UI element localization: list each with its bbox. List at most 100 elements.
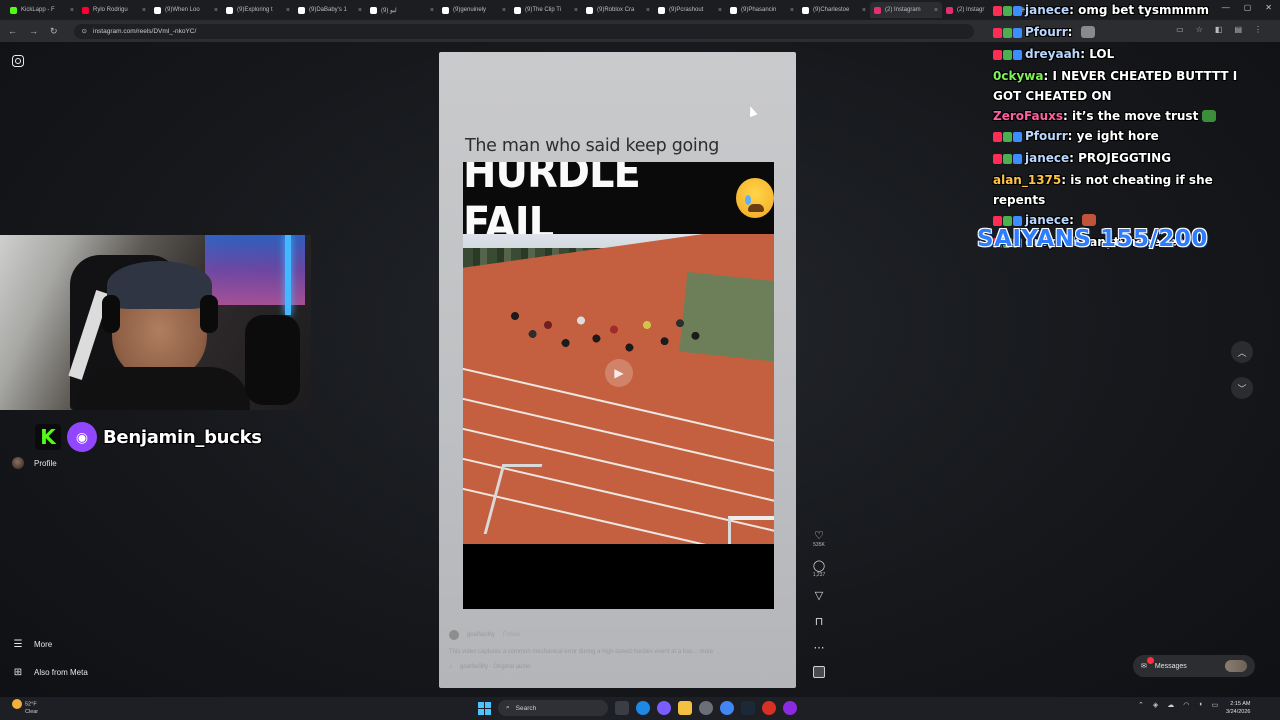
rail-item-more[interactable]: ☰ More <box>12 638 53 650</box>
cloud-icon[interactable]: ☁ <box>1167 701 1174 709</box>
chat-username[interactable]: 0ckywa <box>993 69 1043 83</box>
chat-separator: : <box>1080 47 1090 61</box>
chat-separator: : <box>1063 109 1073 123</box>
chat-username[interactable]: Pfourr <box>1025 129 1068 143</box>
steam-icon[interactable] <box>741 701 755 715</box>
taskbar-search[interactable]: ⌕ Search <box>498 700 608 716</box>
tab-close-icon[interactable]: × <box>862 7 866 14</box>
network-icon[interactable]: ◈ <box>1153 701 1158 709</box>
follow-button[interactable]: Follow <box>503 632 520 638</box>
browser-tab[interactable]: KickLapp - F × <box>6 2 78 18</box>
close-window-icon[interactable]: ✕ <box>1265 3 1272 12</box>
browser-tab[interactable]: (9)DaBaby's 1 × <box>294 2 366 18</box>
chrome-icon[interactable] <box>720 701 734 715</box>
chat-username[interactable]: alan_1375 <box>993 173 1061 187</box>
weather-widget[interactable]: 52°F Clear <box>12 699 38 716</box>
tab-close-icon[interactable]: × <box>934 7 938 14</box>
browser-tab[interactable]: (9)The Clip Ti × <box>510 2 582 18</box>
instagram-logo-icon[interactable] <box>12 55 24 67</box>
tab-close-icon[interactable]: × <box>574 7 578 14</box>
rail-item-also-from-meta[interactable]: ⊞ Also from Meta <box>12 666 88 678</box>
reload-icon[interactable]: ↻ <box>50 26 58 37</box>
next-reel-button[interactable]: ﹀ <box>1231 377 1253 399</box>
tab-close-icon[interactable]: × <box>646 7 650 14</box>
previous-reel-button[interactable]: ︿ <box>1231 341 1253 363</box>
share-button[interactable]: ▽ <box>815 590 823 602</box>
chat-username[interactable]: janece <box>1025 3 1069 17</box>
browser-tab[interactable]: Rylo Rodrigu × <box>78 2 150 18</box>
tab-close-icon[interactable]: × <box>214 7 218 14</box>
hurdle <box>728 516 774 544</box>
reel-description[interactable]: This video captures a common mechanical … <box>449 649 713 655</box>
forward-icon[interactable]: → <box>29 26 38 36</box>
tab-favicon-icon <box>298 6 305 14</box>
tab-close-icon[interactable]: × <box>286 7 290 14</box>
reel-actions: ♡ 535K ◯ 1,237 ▽ ⊓ ⋯ <box>808 530 830 678</box>
comment-button[interactable]: ◯ 1,237 <box>813 560 826 578</box>
tab-close-icon[interactable]: × <box>358 7 362 14</box>
tab-close-icon[interactable]: × <box>718 7 722 14</box>
chat-username[interactable]: janece <box>1025 213 1069 227</box>
author-name[interactable]: goalfacility <box>467 632 495 638</box>
browser-tab[interactable]: (9)Roblox Cra × <box>582 2 654 18</box>
save-button[interactable]: ⊓ <box>815 616 824 628</box>
tab-close-icon[interactable]: × <box>502 7 506 14</box>
video-letterbox <box>463 544 774 609</box>
play-icon[interactable]: ▶ <box>605 359 633 387</box>
browser-tab[interactable]: (9)When Loo × <box>150 2 222 18</box>
file-explorer-icon[interactable] <box>678 701 692 715</box>
browser-tab[interactable]: (2) Instagram × <box>870 2 942 18</box>
back-icon[interactable]: ← <box>8 26 17 36</box>
tab-close-icon[interactable]: × <box>70 7 74 14</box>
more-options-button[interactable]: ⋯ <box>814 642 825 654</box>
tab-close-icon[interactable]: × <box>790 7 794 14</box>
chat-badges-icon <box>993 150 1023 170</box>
chat-username[interactable]: dreyaah <box>1025 47 1080 61</box>
chat-username[interactable]: Pfourr <box>1025 25 1068 39</box>
volume-icon[interactable]: ◖ <box>1198 701 1202 709</box>
reel-video[interactable]: HURDLE FAIL ▶ <box>463 162 774 609</box>
browser-tab[interactable]: (9)genuinely × <box>438 2 510 18</box>
url-field[interactable]: ⊙ instagram.com/reels/DVml_-nkoYC/ <box>73 23 974 39</box>
tab-favicon-icon <box>514 6 521 14</box>
kick-logo-icon: K <box>35 424 61 450</box>
chat-username[interactable]: janece <box>1025 151 1069 165</box>
browser-tab[interactable]: (9)Pcrashout × <box>654 2 726 18</box>
like-button[interactable]: ♡ 535K <box>813 530 825 548</box>
site-info-icon[interactable]: ⊙ <box>82 27 87 35</box>
tab-close-icon[interactable]: × <box>430 7 434 14</box>
copilot-icon[interactable] <box>657 701 671 715</box>
video-frame: ▶ <box>463 234 774 544</box>
audio-button[interactable] <box>813 666 825 678</box>
settings-gear-icon[interactable] <box>699 701 713 715</box>
clock-date: 3/24/2026 <box>1226 709 1251 715</box>
recorder-icon[interactable] <box>762 701 776 715</box>
windows-taskbar: 52°F Clear ⌕ Search ⌃ ◈ ☁ ◠ ◖ ▭ 2:15 AM … <box>0 697 1280 720</box>
chevron-up-tray-icon[interactable]: ⌃ <box>1138 701 1144 709</box>
edge-icon[interactable] <box>636 701 650 715</box>
windows-start-icon[interactable] <box>478 701 491 715</box>
tab-close-icon[interactable]: × <box>142 7 146 14</box>
wifi-icon[interactable]: ◠ <box>1183 701 1189 709</box>
task-view-icon[interactable] <box>615 701 629 715</box>
audio-label[interactable]: goalfacility · Original audio <box>460 664 530 670</box>
browser-tab[interactable]: (9)Charlestoe × <box>798 2 870 18</box>
rail-item-label: More <box>34 639 53 649</box>
tab-favicon-icon <box>730 6 737 14</box>
chat-username[interactable]: ZeroFauxs <box>993 109 1063 123</box>
more-horizontal-icon: ⋯ <box>813 642 825 654</box>
chat-separator: : <box>1067 25 1077 39</box>
browser-tab[interactable]: (9)Phasancin × <box>726 2 798 18</box>
chat-message: alan_1375: is not cheating if she repent… <box>993 170 1263 210</box>
browser-tab[interactable]: ليو (9) × <box>366 2 438 18</box>
messages-button[interactable]: ✉ Messages <box>1133 655 1255 677</box>
battery-icon[interactable]: ▭ <box>1212 701 1219 709</box>
tab-label: (2) Instagr <box>957 7 985 13</box>
browser-tab[interactable]: (9)Exploring t × <box>222 2 294 18</box>
taskbar-clock[interactable]: 2:15 AM 3/24/2026 <box>1226 700 1250 716</box>
crying-emoji-icon <box>736 178 774 218</box>
tab-favicon-icon <box>154 6 161 14</box>
author-avatar[interactable] <box>449 630 459 640</box>
rail-item-profile[interactable]: Profile <box>12 457 57 469</box>
discord-icon[interactable] <box>783 701 797 715</box>
